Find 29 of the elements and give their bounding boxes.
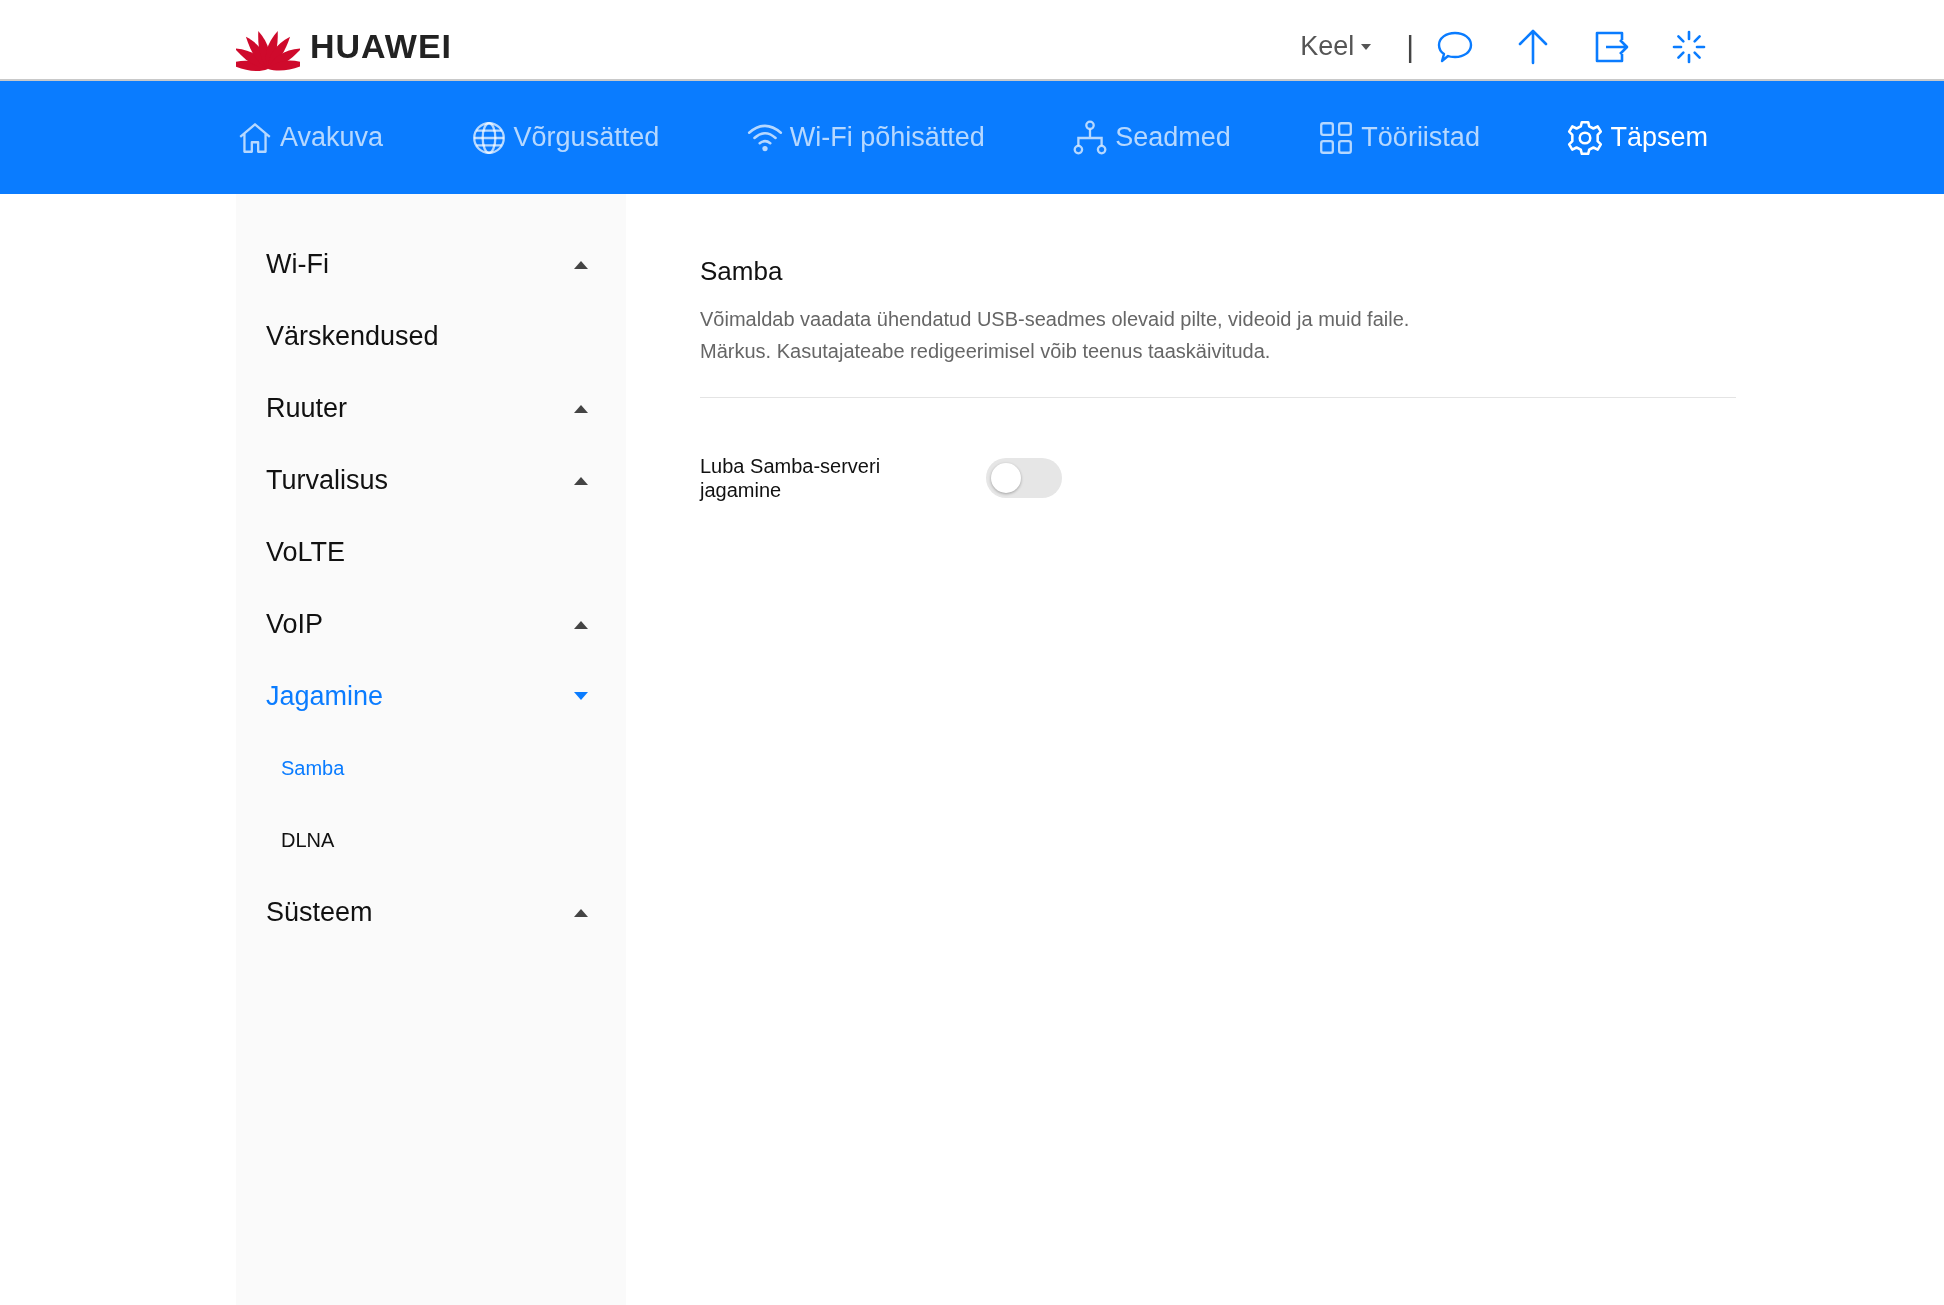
sidebar-item[interactable]: Süsteem [236, 876, 626, 948]
sidebar-item[interactable]: VoIP [236, 588, 626, 660]
sidebar-item[interactable]: Värskendused [236, 300, 626, 372]
sidebar-item-label: VoLTE [266, 536, 347, 568]
sidebar-item[interactable]: Ruuter [236, 372, 626, 444]
sidebar-item[interactable]: VoLTE [236, 516, 626, 588]
brand-name: HUAWEI [310, 27, 452, 66]
sidebar-item[interactable]: Turvalisus [236, 444, 626, 516]
sidebar-item-label: Süsteem [266, 896, 374, 928]
language-dropdown[interactable]: Keel [1300, 31, 1373, 62]
nav-tab[interactable]: Täpsem [1566, 118, 1708, 157]
separator: | [1406, 29, 1414, 64]
toggle-switch[interactable] [986, 458, 1062, 498]
sidebar-item-label: Jagamine [266, 680, 385, 712]
sidebar-subitem[interactable]: DLNA [236, 804, 626, 876]
setting-label: Luba Samba-serveri jagamine [700, 454, 882, 502]
sidebar-item-label: VoIP [266, 608, 325, 640]
description-text: Märkus. Kasutajateabe redigeerimisel võib teenus taaskäivituda. [700, 339, 1272, 364]
page-title: Samba [700, 256, 784, 287]
sidebar-item-label: Värskendused [266, 320, 440, 352]
sidebar-item[interactable]: Jagamine [236, 660, 626, 732]
sidebar-item-label: Wi-Fi [266, 248, 330, 280]
description-text: Võimaldab vaadata ühendatud USB-seadmes olevaid pilte, videoid ja muid faile. [700, 307, 1411, 332]
sidebar-item-label: Ruuter [266, 392, 349, 424]
sidebar-item-label: Turvalisus [266, 464, 390, 496]
settings-icon [1566, 118, 1605, 157]
sidebar-item[interactable]: Wi-Fi [236, 228, 626, 300]
caret-icon [1360, 42, 1373, 51]
sidebar-subitem[interactable]: Samba [236, 732, 626, 804]
